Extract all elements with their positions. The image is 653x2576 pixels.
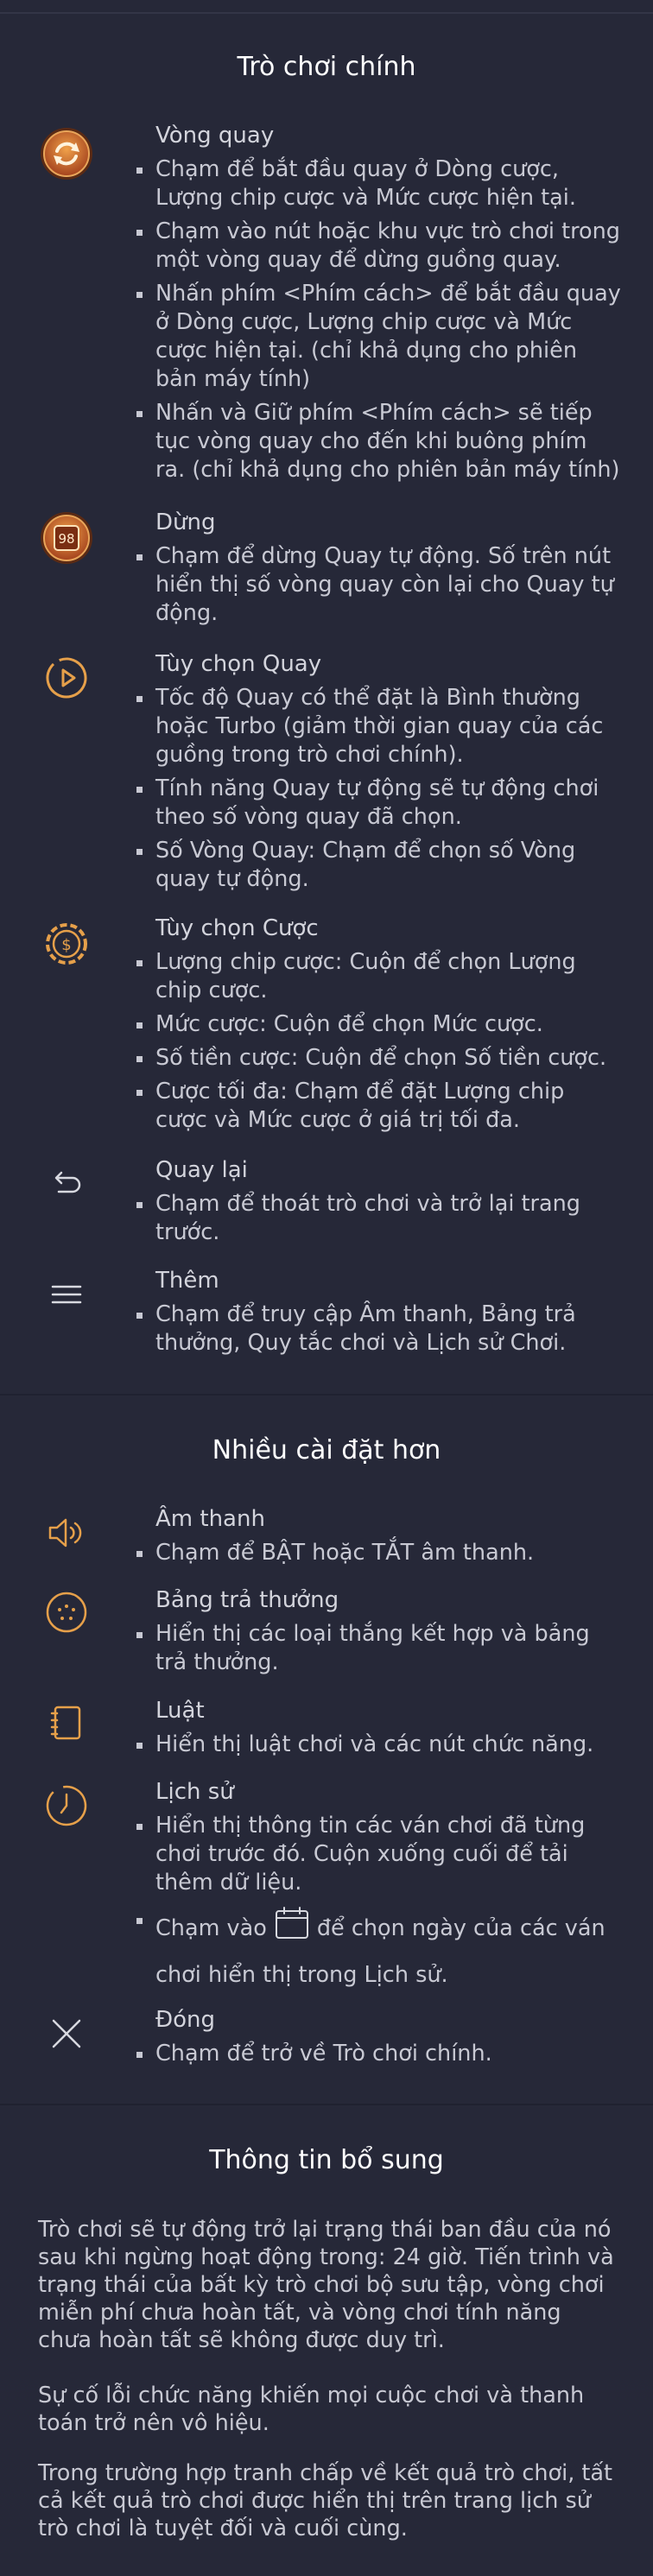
svg-text:$: $ — [61, 936, 71, 954]
bullet: Tính năng Quay tự động sẽ tự động chơi t… — [136, 775, 622, 832]
item-name: Vòng quay — [155, 123, 275, 149]
info-paragraph: Sự cố lỗi chức năng khiến mọi cuộc chơi … — [38, 2383, 585, 2436]
bullet: Nhấn và Giữ phím <Phím cách> sẽ tiếp tục… — [136, 399, 622, 484]
bet-options-icon: $ — [38, 915, 95, 972]
bullet: Chạm để BẬT hoặc TẮT âm thanh. — [136, 1539, 622, 1567]
bullet-list: Chạm để dừng Quay tự động. Số trên nút h… — [136, 542, 622, 633]
bullet-list: Hiển thị luật chơi và các nút chức năng. — [136, 1731, 622, 1764]
spin-button-icon — [38, 125, 95, 182]
history-clock-icon — [38, 1777, 95, 1834]
spin-options-icon — [38, 649, 95, 706]
item-name: Tùy chọn Cược — [155, 915, 319, 941]
item-name: Âm thanh — [155, 1506, 265, 1532]
item-name: Lịch sử — [155, 1779, 234, 1805]
paytable-icon — [38, 1584, 95, 1641]
bullet: Lượng chip cược: Cuộn để chọn Lượng chip… — [136, 948, 622, 1005]
bullet-list: Hiển thị thông tin các ván chơi đã từng … — [136, 1812, 622, 1999]
bullet-list: Chạm để thoát trò chơi và trở lại trang … — [136, 1190, 622, 1252]
section-title-main: Trò chơi chính — [237, 52, 416, 82]
back-arrow-icon — [38, 1154, 95, 1211]
bullet-list: Hiển thị các loại thắng kết hợp và bảng … — [136, 1620, 622, 1682]
item-name: Tùy chọn Quay — [155, 651, 322, 677]
calendar-text-before: Chạm vào — [155, 1915, 267, 1941]
section-title-more: Nhiều cài đặt hơn — [212, 1435, 441, 1465]
section-title-extra: Thông tin bổ sung — [209, 2145, 444, 2175]
speaker-icon — [38, 1504, 95, 1561]
item-name: Luật — [155, 1698, 205, 1724]
bullet: Số tiền cược: Cuộn để chọn Số tiền cược. — [136, 1044, 622, 1073]
bullet: Chạm để trở về Trò chơi chính. — [136, 2040, 622, 2068]
bullet-list: Lượng chip cược: Cuộn để chọn Lượng chip… — [136, 948, 622, 1140]
autospin-count: 98 — [58, 531, 74, 547]
item-name: Đóng — [155, 2007, 216, 2033]
bullet-list: Chạm để trở về Trò chơi chính. — [136, 2040, 622, 2073]
calendar-text-line2: chơi hiển thị trong Lịch sử. — [155, 1962, 448, 1988]
bullet-list: Chạm để BẬT hoặc TẮT âm thanh. — [136, 1539, 622, 1573]
close-icon — [38, 2005, 95, 2062]
bullet: Chạm để bắt đầu quay ở Dòng cược, Lượng … — [136, 155, 622, 212]
bullet: Mức cược: Cuộn để chọn Mức cược. — [136, 1010, 622, 1039]
info-paragraph: Trong trường hợp tranh chấp về kết quả t… — [38, 2460, 613, 2541]
item-name: Quay lại — [155, 1157, 248, 1183]
bullet: Chạm để dừng Quay tự động. Số trên nút h… — [136, 542, 622, 628]
section-divider — [0, 1394, 653, 1396]
bullet-list: Chạm để bắt đầu quay ở Dòng cược, Lượng … — [136, 155, 622, 490]
bullet: Số Vòng Quay: Chạm để chọn số Vòng quay … — [136, 837, 622, 894]
calendar-icon — [274, 1906, 310, 1953]
menu-icon — [38, 1266, 95, 1323]
item-name: Bảng trả thưởng — [155, 1587, 339, 1613]
top-edge — [0, 0, 653, 14]
bullet-list: Tốc độ Quay có thể đặt là Bình thường ho… — [136, 684, 622, 899]
bullet: Hiển thị các loại thắng kết hợp và bảng … — [136, 1620, 622, 1677]
calendar-text-after: để chọn ngày của các ván — [316, 1915, 605, 1941]
stop-autospin-icon: 98 — [38, 510, 95, 566]
rules-book-icon — [38, 1694, 95, 1751]
bullet: Cược tối đa: Chạm để đặt Lượng chip cược… — [136, 1078, 622, 1135]
bullet: Chạm để thoát trò chơi và trở lại trang … — [136, 1190, 622, 1247]
bullet: Tốc độ Quay có thể đặt là Bình thường ho… — [136, 684, 622, 769]
bullet-list: Chạm để truy cập Âm thanh, Bảng trả thưở… — [136, 1301, 622, 1363]
section-divider — [0, 2104, 653, 2105]
info-paragraph: Trò chơi sẽ tự động trở lại trạng thái b… — [38, 2217, 614, 2353]
bullet-calendar: Chạm vào để chọn ngày của các ván chơi h… — [136, 1906, 622, 1994]
bullet: Hiển thị thông tin các ván chơi đã từng … — [136, 1812, 622, 1897]
bullet: Chạm vào nút hoặc khu vực trò chơi trong… — [136, 218, 622, 275]
item-name: Thêm — [155, 1268, 219, 1294]
bullet: Hiển thị luật chơi và các nút chức năng. — [136, 1731, 622, 1759]
bullet: Nhấn phím <Phím cách> để bắt đầu quay ở … — [136, 281, 621, 392]
item-name: Dừng — [155, 510, 216, 535]
bullet: Chạm để truy cập Âm thanh, Bảng trả thưở… — [136, 1301, 622, 1358]
